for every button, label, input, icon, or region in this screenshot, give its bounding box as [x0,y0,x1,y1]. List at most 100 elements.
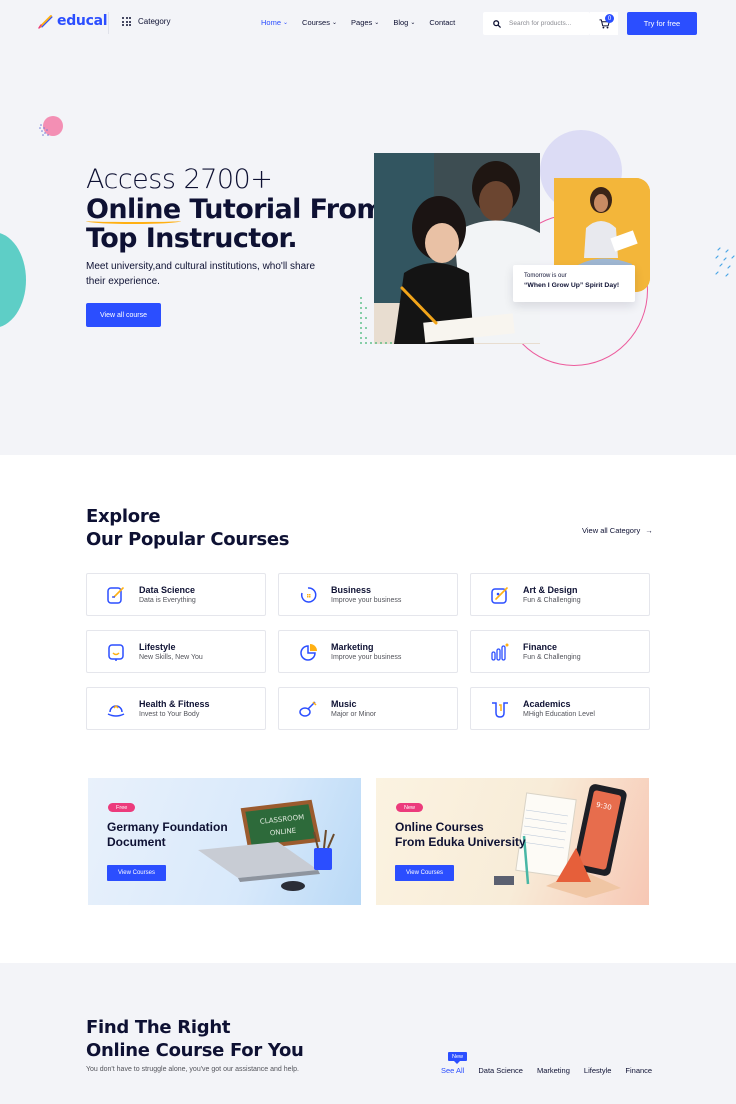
find-title-part3: For You [224,1040,304,1061]
view-courses-button[interactable]: View Courses [107,865,166,881]
category-title: Data Science [139,585,196,595]
category-title: Marketing [331,642,374,652]
course-filter-tabs: See All Data Science Marketing Lifestyle… [441,1066,652,1075]
category-card-lifestyle[interactable]: Lifestyle New Skills, New You [86,630,266,673]
category-title: Health & Fitness [139,699,210,709]
find-title-line1: Find The Right [86,1017,231,1038]
data-science-icon [106,585,126,605]
cart-count-badge: 0 [605,14,614,23]
section-title-highlight: Popular [128,529,205,550]
academics-icon [490,699,510,719]
category-card-business[interactable]: Business Improve your business [278,573,458,616]
find-title-line2: Online Course For You [86,1040,304,1061]
category-title: Finance [523,642,558,652]
marketing-icon [298,642,318,662]
spirit-day-card: Tomorrow is our “When I Grow Up” Spirit … [513,265,635,302]
art-design-icon [490,585,510,605]
music-icon [298,699,318,719]
promo-banner-online-courses: 9:30 New Online Courses From Eduka Unive… [376,778,649,905]
chevron-down-icon: ⌄ [410,19,416,26]
nav-home[interactable]: Home ⌄ [261,18,288,27]
hero-heading-line2-rest: Tutorial From [180,194,384,225]
category-card-finance[interactable]: Finance Fun & Challenging [470,630,650,673]
section-title-line1: Explore [86,506,161,527]
category-subtitle: Fun & Challenging [523,654,581,661]
nav-courses[interactable]: Courses ⌄ [302,18,337,27]
category-subtitle: Major or Minor [331,711,377,718]
logo-text: educal [57,13,108,29]
nav-pages-label: Pages [351,18,373,27]
logo-icon [38,15,53,29]
banner-title-line1: Online Courses [395,820,484,834]
hero-heading-line2: Online Tutorial From [86,194,385,225]
view-all-course-button[interactable]: View all course [86,303,161,327]
banner-title-line2: From Eduka University [395,835,526,849]
search-box [483,12,590,35]
hero-subtitle: Meet university,and cultural institution… [86,261,316,287]
tab-see-all[interactable]: See All [441,1066,464,1075]
find-course-section: Find The Right Online Course For You You… [0,963,736,1104]
decorative-green-dots [360,297,392,344]
category-card-academics[interactable]: Academics MHigh Education Level [470,687,650,730]
decorative-blob [0,232,26,328]
logo[interactable]: educal [38,13,108,29]
chevron-down-icon: ⌄ [374,19,380,26]
category-title: Business [331,585,372,595]
category-menu[interactable]: Category [122,17,170,26]
category-subtitle: Improve your business [331,597,402,604]
hero-highlight-word: Online [86,194,181,225]
new-badge: New [396,803,424,812]
category-subtitle: Invest to Your Body [139,711,200,718]
spirit-day-intro: Tomorrow is our [524,273,567,279]
chevron-down-icon: ⌄ [331,19,338,26]
new-tag-badge: New [448,1052,468,1064]
category-card-music[interactable]: Music Major or Minor [278,687,458,730]
view-all-category-link[interactable]: View all Category → [582,526,653,535]
banner-title: Germany Foundation Document [107,820,228,850]
nav-courses-label: Courses [302,18,330,27]
nav-home-label: Home [261,18,282,27]
tab-finance[interactable]: Finance [625,1066,652,1075]
category-subtitle: Fun & Challenging [523,597,581,604]
search-icon[interactable] [493,19,501,28]
find-title-highlight: Course [155,1040,225,1061]
category-card-marketing[interactable]: Marketing Improve your business [278,630,458,673]
view-courses-button[interactable]: View Courses [395,865,454,881]
category-grid: Data Science Data is Everything Business… [86,573,650,730]
nav-blog-label: Blog [393,18,409,27]
search-input[interactable] [509,20,587,27]
grid-icon [122,17,131,26]
find-subtitle: You don't have to struggle alone, you've… [86,1066,299,1073]
nav-blog[interactable]: Blog ⌄ [393,18,415,27]
find-title-part1: Online [86,1040,156,1061]
business-icon [298,585,318,605]
tab-marketing[interactable]: Marketing [537,1066,570,1075]
cart-button[interactable]: 0 [590,12,618,35]
category-card-art-design[interactable]: Art & Design Fun & Challenging [470,573,650,616]
category-card-data-science[interactable]: Data Science Data is Everything [86,573,266,616]
banner-title: Online Courses From Eduka University [395,820,526,850]
section-title-part3: Courses [204,529,290,550]
try-for-free-button[interactable]: Try for free [627,12,697,35]
category-title: Art & Design [523,585,578,595]
health-icon [106,699,126,719]
chevron-down-icon: ⌄ [283,19,289,26]
tab-data-science[interactable]: Data Science [478,1066,523,1075]
nav-pages[interactable]: Pages ⌄ [351,18,379,27]
section-title-part1: Our [86,529,129,550]
decorative-pink-dot [39,116,63,136]
spirit-day-title: “When I Grow Up” Spirit Day! [524,282,620,289]
category-label: Category [138,17,171,26]
section-title-line2: Our Popular Courses [86,529,290,550]
view-all-category-label: View all Category [582,526,641,535]
decorative-blue-dashes [715,247,735,277]
hero-heading-line3: Top Instructor. [86,223,298,254]
hero-students-image [374,153,540,344]
lifestyle-icon [106,642,126,662]
category-subtitle: MHigh Education Level [523,711,595,718]
tab-lifestyle[interactable]: Lifestyle [584,1066,612,1075]
category-card-health-fitness[interactable]: Health & Fitness Invest to Your Body [86,687,266,730]
nav-contact[interactable]: Contact [429,18,455,27]
category-subtitle: Improve your business [331,654,402,661]
category-subtitle: New Skills, New You [139,654,203,661]
